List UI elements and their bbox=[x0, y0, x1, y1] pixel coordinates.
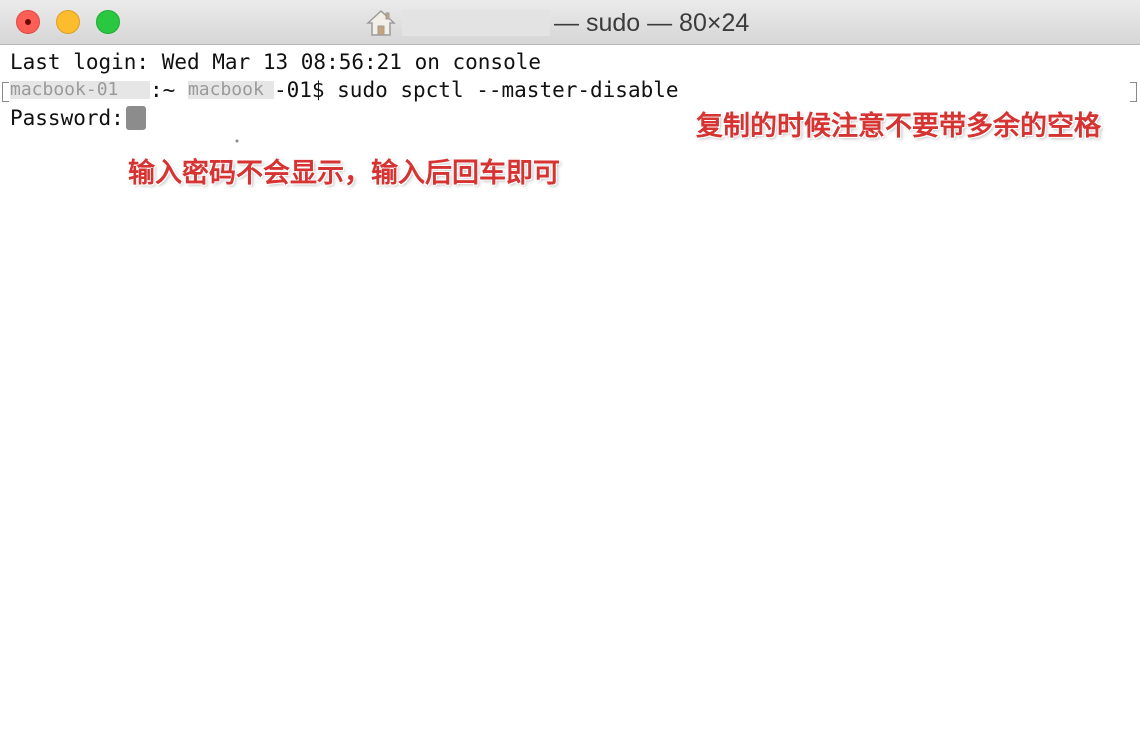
redacted-title-segment bbox=[402, 10, 550, 36]
terminal-window: — sudo — 80×24 Last login: Wed Mar 13 08… bbox=[0, 0, 1140, 730]
password-line: Password: bbox=[10, 104, 679, 154]
copy-note-annotation: 复制的时候注意不要带多余的空格 bbox=[696, 111, 1101, 142]
selection-bracket-left bbox=[2, 82, 9, 102]
selection-bracket-right bbox=[1130, 82, 1137, 102]
redacted-hostname: macbook-01 bbox=[10, 81, 150, 99]
redacted-username: macbook bbox=[187, 81, 274, 99]
key-icon[interactable] bbox=[125, 106, 242, 154]
window-title: — sudo — 80×24 bbox=[554, 8, 750, 37]
minimize-button[interactable] bbox=[56, 10, 80, 34]
prompt-separator: :~ bbox=[150, 78, 188, 102]
maximize-button[interactable] bbox=[96, 10, 120, 34]
window-title-area: — sudo — 80×24 bbox=[366, 8, 749, 38]
prompt-suffix: -01$ bbox=[273, 78, 338, 102]
command-line: macbook-01:~ macbook -01$ sudo spctl --ma… bbox=[10, 76, 679, 104]
password-note-annotation: 输入密码不会显示，输入后回车即可 bbox=[128, 158, 560, 189]
title-bar[interactable]: — sudo — 80×24 bbox=[0, 0, 1140, 45]
close-dot-icon bbox=[25, 19, 31, 25]
home-icon bbox=[366, 9, 396, 36]
command-text: sudo spctl --master-disable bbox=[337, 78, 679, 102]
close-button[interactable] bbox=[16, 10, 40, 34]
terminal-output[interactable]: Last login: Wed Mar 13 08:56:21 on conso… bbox=[10, 48, 679, 154]
password-label: Password: bbox=[10, 106, 124, 130]
last-login-line: Last login: Wed Mar 13 08:56:21 on conso… bbox=[10, 50, 542, 74]
